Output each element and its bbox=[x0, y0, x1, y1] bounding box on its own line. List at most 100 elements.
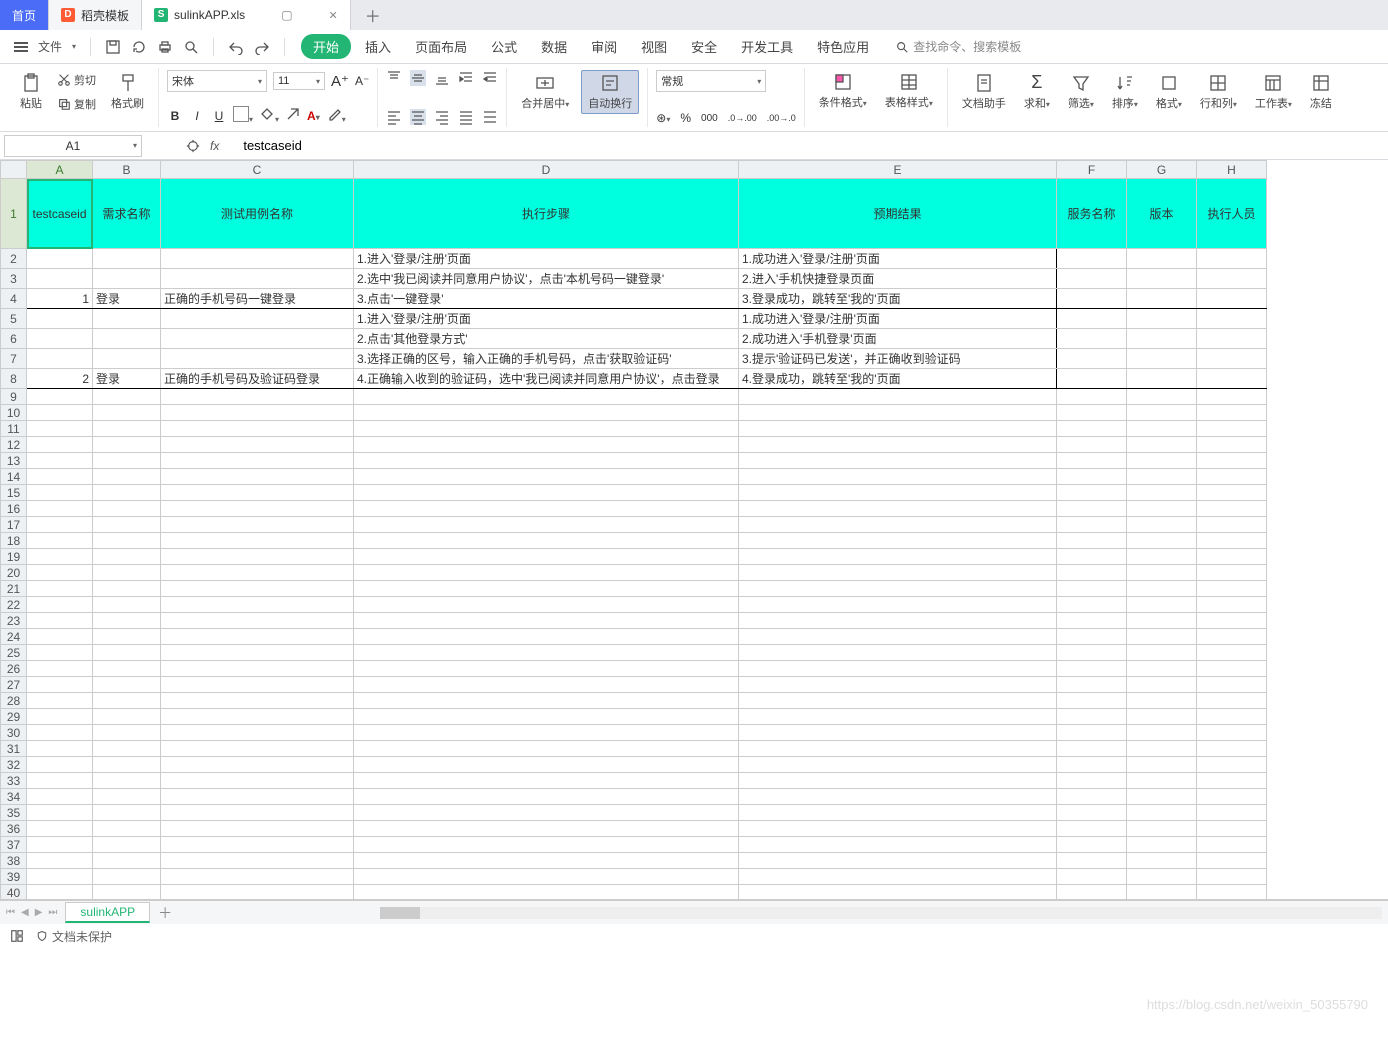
font-select[interactable]: 宋体▾ bbox=[167, 70, 267, 92]
cell[interactable] bbox=[1057, 581, 1127, 597]
cell[interactable] bbox=[354, 453, 739, 469]
format-button[interactable]: 格式▾ bbox=[1150, 71, 1188, 113]
cell[interactable] bbox=[739, 501, 1057, 517]
cell[interactable] bbox=[1127, 309, 1197, 329]
cell[interactable] bbox=[739, 885, 1057, 901]
row-header[interactable]: 15 bbox=[1, 485, 27, 501]
undo-icon[interactable] bbox=[228, 39, 244, 55]
cell[interactable] bbox=[93, 329, 161, 349]
cell[interactable] bbox=[1127, 821, 1197, 837]
fontcolor-button[interactable]: A▾ bbox=[307, 109, 320, 123]
cell[interactable] bbox=[161, 773, 354, 789]
comma-icon[interactable]: 000 bbox=[701, 113, 718, 124]
row-header[interactable]: 3 bbox=[1, 269, 27, 289]
cell[interactable] bbox=[739, 597, 1057, 613]
row-header[interactable]: 9 bbox=[1, 389, 27, 405]
row-header[interactable]: 28 bbox=[1, 693, 27, 709]
cell[interactable] bbox=[1127, 613, 1197, 629]
menu-start[interactable]: 开始 bbox=[301, 34, 351, 59]
cell[interactable] bbox=[1197, 789, 1267, 805]
cell[interactable] bbox=[1057, 853, 1127, 869]
row-header[interactable]: 38 bbox=[1, 853, 27, 869]
cell[interactable] bbox=[1127, 789, 1197, 805]
row-header[interactable]: 18 bbox=[1, 533, 27, 549]
cell[interactable] bbox=[1197, 453, 1267, 469]
cell[interactable] bbox=[1127, 725, 1197, 741]
cell[interactable] bbox=[1197, 329, 1267, 349]
cell[interactable] bbox=[161, 565, 354, 581]
menu-devtools[interactable]: 开发工具 bbox=[731, 32, 803, 61]
cell[interactable] bbox=[161, 309, 354, 329]
underline-button[interactable]: U bbox=[211, 109, 227, 123]
cell[interactable] bbox=[93, 661, 161, 677]
cell[interactable] bbox=[354, 693, 739, 709]
cell[interactable] bbox=[93, 853, 161, 869]
rowcol-button[interactable]: 行和列▾ bbox=[1194, 71, 1243, 113]
numformat-select[interactable]: 常规▾ bbox=[656, 70, 766, 92]
sum-button[interactable]: Σ求和▾ bbox=[1018, 70, 1056, 113]
cell[interactable]: 2.选中'我已阅读并同意用户协议'，点击'本机号码一键登录' bbox=[354, 269, 739, 289]
cell[interactable] bbox=[1057, 549, 1127, 565]
cell[interactable] bbox=[1127, 369, 1197, 389]
cell[interactable] bbox=[161, 485, 354, 501]
cell[interactable] bbox=[161, 805, 354, 821]
cell[interactable] bbox=[1057, 869, 1127, 885]
cell[interactable] bbox=[1057, 309, 1127, 329]
row-header[interactable]: 5 bbox=[1, 309, 27, 329]
col-header[interactable]: H bbox=[1197, 161, 1267, 179]
cell[interactable] bbox=[161, 249, 354, 269]
cell[interactable] bbox=[1127, 485, 1197, 501]
cell[interactable] bbox=[27, 485, 93, 501]
cell[interactable] bbox=[739, 805, 1057, 821]
row-header[interactable]: 27 bbox=[1, 677, 27, 693]
cell[interactable] bbox=[1197, 437, 1267, 453]
cell[interactable] bbox=[354, 389, 739, 405]
row-header[interactable]: 12 bbox=[1, 437, 27, 453]
cell[interactable] bbox=[1197, 289, 1267, 309]
cell[interactable] bbox=[1197, 661, 1267, 677]
header-cell[interactable]: 服务名称 bbox=[1057, 179, 1127, 249]
col-header[interactable]: G bbox=[1127, 161, 1197, 179]
cell[interactable] bbox=[1057, 249, 1127, 269]
cell[interactable] bbox=[1057, 453, 1127, 469]
cell[interactable] bbox=[93, 533, 161, 549]
cell[interactable] bbox=[1127, 885, 1197, 901]
cell[interactable] bbox=[354, 677, 739, 693]
merge-button[interactable]: 合并居中▾ bbox=[515, 71, 575, 113]
cell[interactable] bbox=[93, 249, 161, 269]
align-justify-icon[interactable] bbox=[458, 109, 474, 125]
row-header[interactable]: 25 bbox=[1, 645, 27, 661]
cell[interactable] bbox=[161, 645, 354, 661]
cell[interactable] bbox=[739, 789, 1057, 805]
cell[interactable] bbox=[1127, 869, 1197, 885]
cell[interactable]: 4.登录成功，跳转至'我的'页面 bbox=[739, 369, 1057, 389]
cell[interactable] bbox=[93, 869, 161, 885]
row-header[interactable]: 26 bbox=[1, 661, 27, 677]
locate-icon[interactable] bbox=[186, 139, 200, 153]
cell[interactable] bbox=[1197, 469, 1267, 485]
cell[interactable] bbox=[93, 389, 161, 405]
cell[interactable] bbox=[161, 837, 354, 853]
cell[interactable] bbox=[93, 805, 161, 821]
cell[interactable] bbox=[1197, 501, 1267, 517]
cell[interactable] bbox=[1057, 437, 1127, 453]
cell[interactable] bbox=[354, 533, 739, 549]
cell[interactable] bbox=[27, 565, 93, 581]
cell[interactable] bbox=[1197, 725, 1267, 741]
bold-button[interactable]: B bbox=[167, 109, 183, 123]
cell[interactable] bbox=[354, 869, 739, 885]
cell[interactable] bbox=[27, 329, 93, 349]
cell[interactable] bbox=[354, 597, 739, 613]
cell[interactable] bbox=[93, 677, 161, 693]
cell[interactable]: 1.进入'登录/注册'页面 bbox=[354, 249, 739, 269]
align-center-icon[interactable] bbox=[410, 109, 426, 125]
cell[interactable] bbox=[27, 693, 93, 709]
cell[interactable] bbox=[1197, 629, 1267, 645]
cell[interactable] bbox=[1057, 269, 1127, 289]
cell[interactable] bbox=[1127, 517, 1197, 533]
cell[interactable] bbox=[1197, 853, 1267, 869]
cell[interactable] bbox=[1057, 741, 1127, 757]
filter-button[interactable]: 筛选▾ bbox=[1062, 71, 1100, 113]
row-header[interactable]: 31 bbox=[1, 741, 27, 757]
cell[interactable]: 1 bbox=[27, 289, 93, 309]
